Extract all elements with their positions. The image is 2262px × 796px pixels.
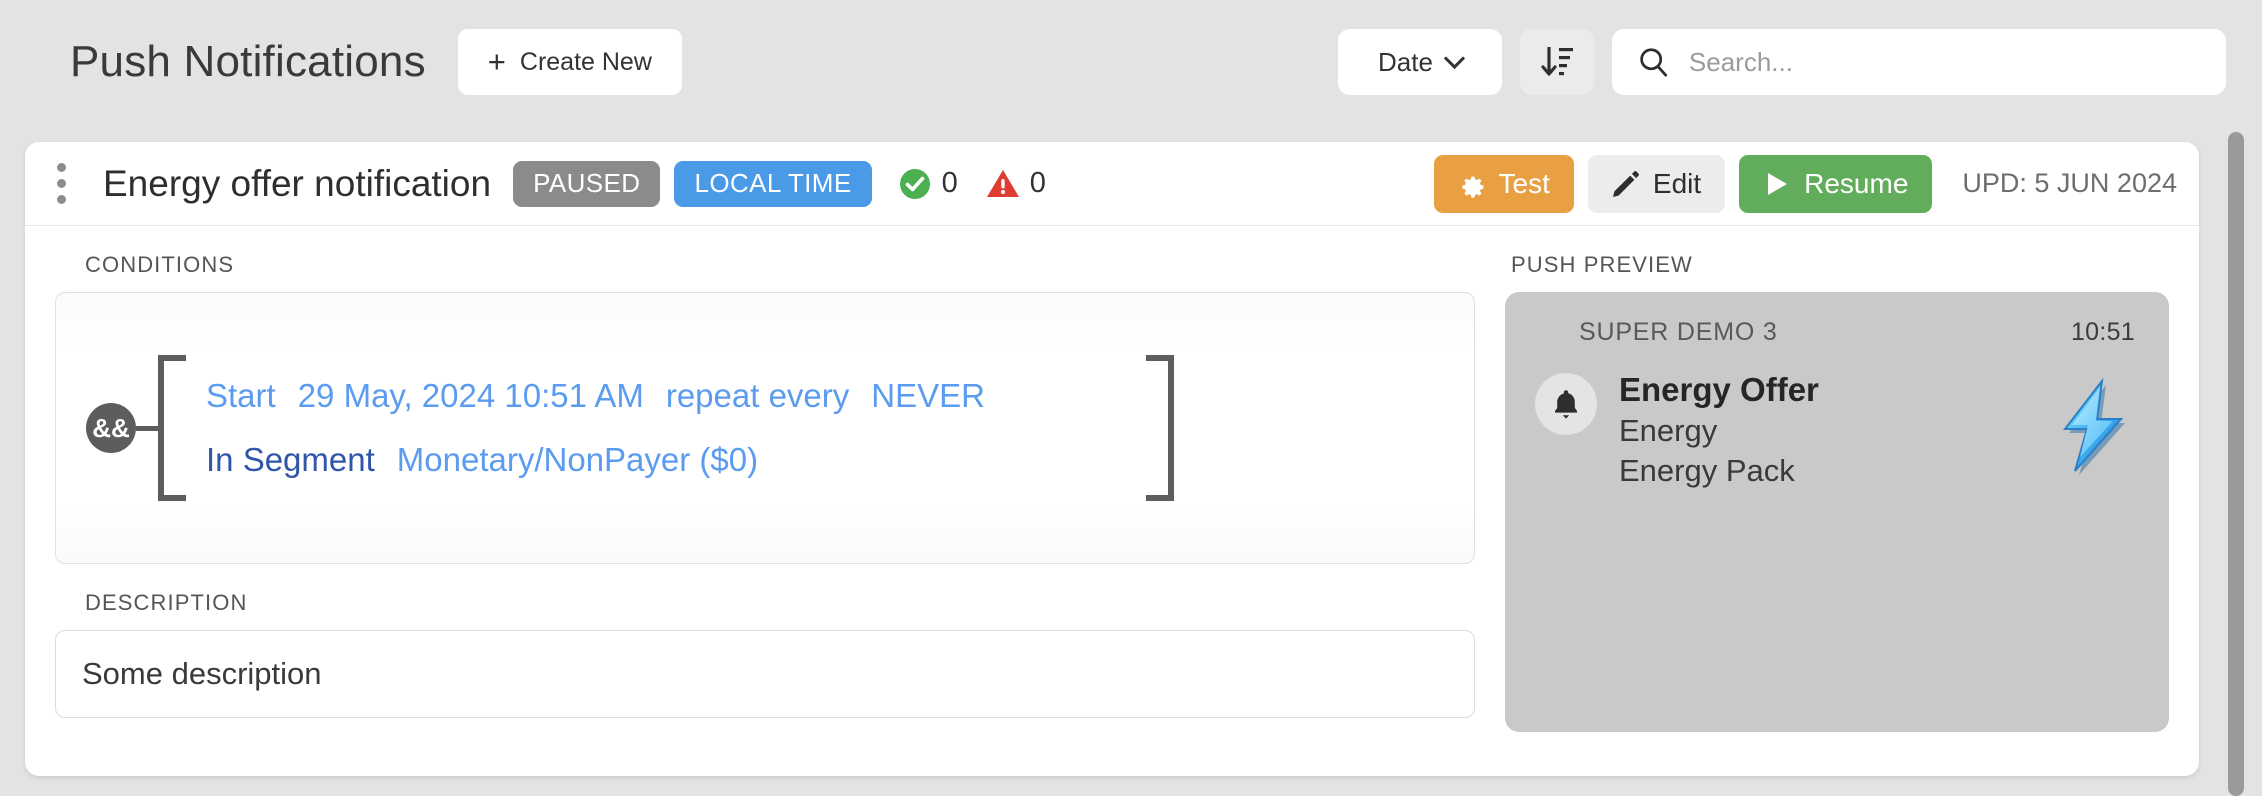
push-media-thumbnail [2047, 377, 2139, 480]
warning-triangle-icon [986, 167, 1020, 201]
condition-rows: Start 29 May, 2024 10:51 AM repeat every NE… [186, 364, 1146, 492]
search-icon [1638, 45, 1669, 79]
status-badge: PAUSED [513, 161, 660, 207]
condition-value-segment[interactable]: Monetary/NonPayer ($0) [397, 441, 758, 478]
notification-title: Energy offer notification [103, 163, 491, 205]
success-count: 0 [942, 167, 958, 200]
notification-card-header: Energy offer notification PAUSED LOCAL T… [25, 142, 2199, 226]
condition-value-start-date[interactable]: 29 May, 2024 10:51 AM [298, 377, 644, 414]
edit-label: Edit [1653, 168, 1701, 200]
chevron-down-icon [1444, 47, 1465, 68]
conditions-box[interactable]: && Start 29 May, 2024 10:51 AM repeat ever… [55, 292, 1475, 564]
top-bar-controls: Date [1338, 29, 2226, 95]
operator-connector [136, 426, 158, 431]
play-icon [1763, 170, 1791, 198]
pencil-icon [1612, 170, 1640, 198]
updated-date: UPD: 5 JUN 2024 [1962, 168, 2177, 199]
test-label: Test [1499, 168, 1550, 200]
test-button[interactable]: Test [1434, 155, 1574, 213]
notification-card-body: CONDITIONS && Start 29 May, 2024 10:51 AM… [25, 226, 2199, 732]
conditions-section-label: CONDITIONS [85, 252, 1475, 278]
description-section-label: DESCRIPTION [85, 590, 1475, 616]
page-scrollbar-thumb[interactable] [2228, 132, 2244, 796]
sort-descending-icon [1540, 44, 1574, 80]
resume-label: Resume [1804, 168, 1908, 200]
condition-key-segment[interactable]: In Segment [206, 441, 375, 478]
and-operator-node[interactable]: && [86, 403, 136, 453]
sort-direction-button[interactable] [1520, 29, 1594, 95]
condition-key-repeat[interactable]: repeat every [666, 377, 849, 414]
gear-icon [1458, 170, 1486, 198]
push-preview-header: SUPER DEMO 3 10:51 [1535, 318, 2139, 347]
page-title: Push Notifications [70, 37, 426, 87]
condition-bracket-left [158, 355, 186, 501]
notification-card: Energy offer notification PAUSED LOCAL T… [25, 142, 2199, 776]
push-title: Energy Offer [1619, 369, 1819, 411]
push-preview-content: Energy Offer Energy Energy Pack [1535, 369, 2139, 491]
description-field[interactable]: Some description [55, 630, 1475, 718]
date-select-label: Date [1378, 47, 1433, 78]
condition-bracket-right [1146, 355, 1174, 501]
push-preview-section-label: PUSH PREVIEW [1511, 252, 2169, 278]
search-input[interactable] [1689, 47, 2200, 78]
lightning-bolt-icon [2047, 377, 2139, 475]
conditions-column: CONDITIONS && Start 29 May, 2024 10:51 AM… [55, 252, 1475, 732]
push-time: 10:51 [2071, 318, 2135, 347]
top-bar: Push Notifications + Create New Date [0, 0, 2262, 124]
bell-icon [1551, 388, 1581, 420]
condition-row-start[interactable]: Start 29 May, 2024 10:51 AM repeat every NE… [206, 364, 1146, 428]
push-text-block: Energy Offer Energy Energy Pack [1619, 369, 1819, 491]
create-new-button[interactable]: + Create New [458, 29, 682, 95]
edit-button[interactable]: Edit [1588, 155, 1725, 213]
push-subtitle: Energy [1619, 411, 1819, 451]
push-app-name: SUPER DEMO 3 [1579, 318, 1778, 347]
error-stat: 0 [986, 167, 1046, 201]
error-count: 0 [1030, 167, 1046, 200]
delivery-stats: 0 0 [898, 167, 1046, 201]
page-scrollbar[interactable] [2228, 132, 2244, 796]
date-sort-select[interactable]: Date [1338, 29, 1502, 95]
condition-key-start[interactable]: Start [206, 377, 276, 414]
local-time-badge: LOCAL TIME [674, 161, 871, 207]
create-new-label: Create New [520, 48, 652, 77]
description-section: DESCRIPTION Some description [55, 590, 1475, 718]
push-app-avatar [1535, 373, 1597, 435]
plus-icon: + [488, 46, 506, 77]
push-body: Energy Pack [1619, 451, 1819, 491]
kebab-menu-icon[interactable] [43, 163, 79, 204]
notification-actions: Test Edit Resume UPD: 5 JUN 2024 [1434, 155, 2177, 213]
condition-value-repeat[interactable]: NEVER [871, 377, 985, 414]
push-preview-card: SUPER DEMO 3 10:51 Energy Offer Energy E… [1505, 292, 2169, 732]
resume-button[interactable]: Resume [1739, 155, 1932, 213]
push-preview-column: PUSH PREVIEW SUPER DEMO 3 10:51 Energy O… [1505, 252, 2169, 732]
success-stat: 0 [898, 167, 958, 201]
check-circle-icon [898, 167, 932, 201]
condition-row-segment[interactable]: In Segment Monetary/NonPayer ($0) [206, 428, 1146, 492]
search-box[interactable] [1612, 29, 2226, 95]
